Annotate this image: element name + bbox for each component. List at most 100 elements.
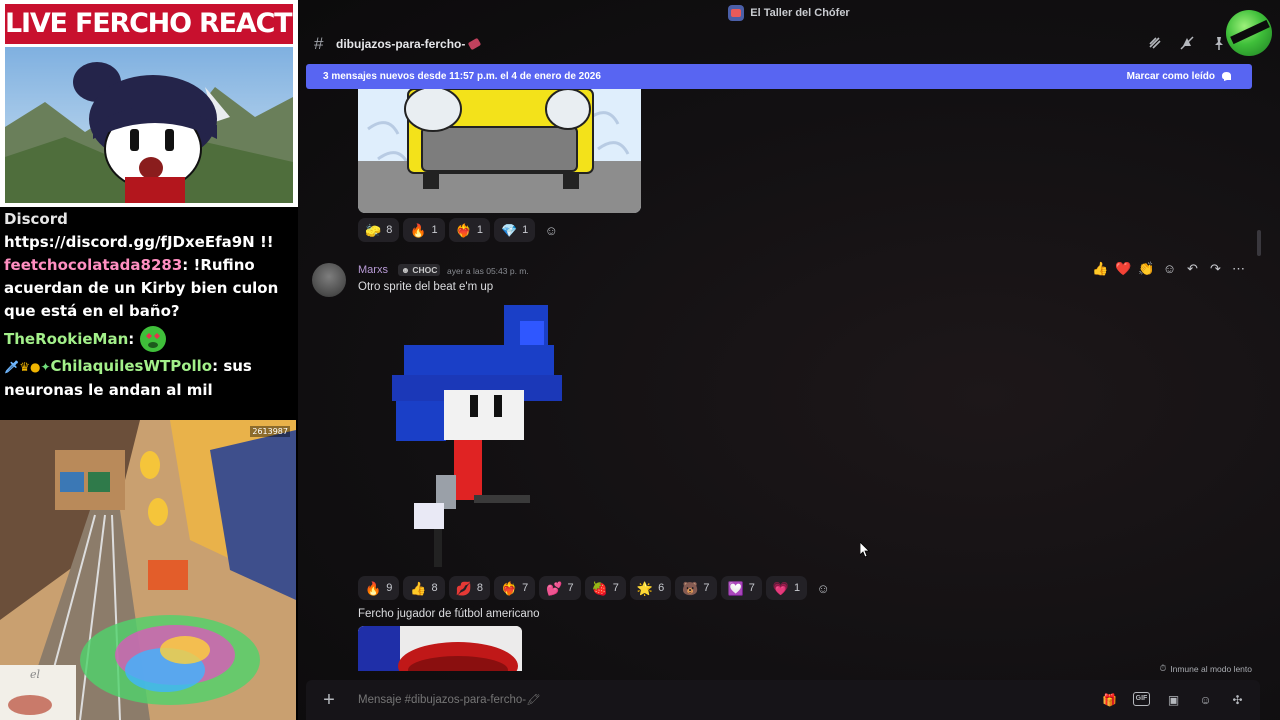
reaction-chip[interactable]: 👍 8 bbox=[403, 576, 445, 600]
reaction-chip[interactable]: ❤️‍🔥 1 bbox=[448, 218, 490, 242]
new-messages-text: 3 mensajes nuevos desde 11:57 p.m. el 4 … bbox=[323, 71, 601, 82]
reaction-emoji: 💎 bbox=[500, 222, 518, 238]
reaction-chip[interactable]: ❤️‍🔥 7 bbox=[493, 576, 536, 600]
reaction-emoji: 💋 bbox=[455, 580, 472, 596]
message-list: 🧽 8 🔥 1 ❤️‍🔥 1 💎 1 ☺ Marxs ☻ CHOC ayer a las… bbox=[298, 89, 1260, 679]
reaction-chip[interactable]: 💟 7 bbox=[720, 576, 762, 600]
reaction-chip[interactable]: 💎 1 bbox=[493, 218, 536, 242]
chat-line: 🗡♛●✦ChilaquilesWTPollo: sus neuronas le … bbox=[4, 355, 294, 402]
upload-plus-icon[interactable]: + bbox=[314, 689, 344, 712]
chat-badges-icon: 🗡 bbox=[4, 360, 20, 374]
quick-react-thumbs-up[interactable]: 👍 bbox=[1091, 259, 1110, 278]
chat-heading: Discord bbox=[4, 210, 68, 228]
add-reaction-icon[interactable]: ☺ bbox=[539, 218, 563, 242]
reaction-count: 9 bbox=[386, 582, 393, 594]
reaction-count: 1 bbox=[522, 224, 529, 236]
quick-react-heart[interactable]: ❤️ bbox=[1114, 259, 1133, 278]
slowmode-status: ⏱ Inmune al modo lento bbox=[1160, 663, 1252, 674]
channel-header: # dibujazos-para-fercho- bbox=[298, 10, 1280, 60]
reaction-emoji: 💕 bbox=[546, 580, 563, 596]
threads-icon[interactable] bbox=[1146, 34, 1164, 52]
chat-message: https://discord.gg/fJDxeEfa9N !! bbox=[4, 233, 274, 251]
crown-badge-icon: ♛ bbox=[19, 360, 30, 374]
banner-title: LIVE FERCHO REACTION bbox=[5, 4, 293, 44]
reaction-count: 1 bbox=[431, 224, 438, 236]
reaction-count: 8 bbox=[431, 582, 438, 594]
new-messages-bar[interactable]: 3 mensajes nuevos desde 11:57 p.m. el 4 … bbox=[306, 64, 1252, 89]
sticker-icon[interactable]: ▣ bbox=[1165, 692, 1182, 709]
reaction-count: 7 bbox=[612, 582, 619, 594]
discord-window: El Taller del Chófer # dibujazos-para-fe… bbox=[298, 0, 1280, 720]
reaction-chip[interactable]: 🌟 6 bbox=[629, 576, 672, 600]
stream-overlay: LIVE FERCHO REACTION Discord bbox=[0, 0, 298, 720]
message-text: Fercho jugador de fútbol americano bbox=[358, 608, 540, 620]
gift-icon[interactable]: 🎁 bbox=[1101, 692, 1118, 709]
reaction-chip[interactable]: 🔥 9 bbox=[358, 576, 400, 600]
subway-surfers-gameplay-image bbox=[0, 420, 296, 720]
reaction-emoji: 🔥 bbox=[365, 580, 382, 596]
forward-icon[interactable]: ↷ bbox=[1206, 259, 1225, 278]
emoji-icon[interactable]: ☺ bbox=[1197, 692, 1214, 709]
reaction-emoji: ❤️‍🔥 bbox=[500, 580, 518, 596]
reaction-emoji: 👍 bbox=[410, 580, 427, 596]
gif-icon[interactable]: GIF bbox=[1133, 691, 1150, 706]
reaction-emoji: 💟 bbox=[727, 580, 744, 596]
header-toolbar bbox=[1146, 34, 1228, 52]
reaction-chip[interactable]: 💕 7 bbox=[539, 576, 581, 600]
add-reaction-icon[interactable]: ☺ bbox=[1160, 259, 1179, 278]
message-hover-toolbar: 👍 ❤️ 👏 ☺ ↶ ↷ ⋯ bbox=[1091, 259, 1248, 278]
yellow-car-drawing-image bbox=[358, 89, 641, 213]
server-name: El Taller del Chófer bbox=[750, 7, 850, 19]
mouse-cursor-icon bbox=[860, 542, 870, 558]
signature-text: el bbox=[30, 668, 41, 681]
chat-username: ChilaquilesWTPollo bbox=[50, 357, 213, 375]
add-reaction-icon[interactable]: ☺ bbox=[811, 576, 835, 600]
pixel-sprite-image[interactable] bbox=[388, 295, 588, 575]
channel-logo-icon bbox=[1226, 10, 1272, 56]
message-image-attachment[interactable] bbox=[358, 89, 641, 213]
reaction-emoji: 💗 bbox=[772, 580, 789, 596]
chat-username: TheRookieMan bbox=[4, 329, 129, 348]
stream-chat: Discord https://discord.gg/fJDxeEfa9N !!… bbox=[4, 208, 294, 402]
message-author[interactable]: Marxs bbox=[358, 264, 388, 276]
reaction-count: 1 bbox=[476, 224, 483, 236]
football-drawing-image bbox=[358, 626, 522, 671]
message-timestamp: ayer a las 05:43 p. m. bbox=[447, 266, 529, 276]
reply-icon[interactable]: ↶ bbox=[1183, 259, 1202, 278]
mark-as-read-label: Marcar como leído bbox=[1126, 71, 1215, 82]
reaction-bar: 🔥 9 👍 8 💋 8 ❤️‍🔥 7 💕 7 🍓 7 🌟 6 🐻 7 💟 7 💗 1 ☺ bbox=[358, 576, 835, 600]
stream-banner: LIVE FERCHO REACTION bbox=[0, 0, 298, 207]
reaction-emoji: 🍓 bbox=[591, 580, 608, 596]
message-input[interactable] bbox=[358, 694, 1101, 706]
more-options-icon[interactable]: ⋯ bbox=[1229, 259, 1248, 278]
quick-react-clap[interactable]: 👏 bbox=[1137, 259, 1156, 278]
reaction-count: 7 bbox=[522, 582, 529, 594]
reaction-chip[interactable]: 🧽 8 bbox=[358, 218, 400, 242]
crayon-icon bbox=[468, 37, 482, 51]
reaction-chip[interactable]: 💋 8 bbox=[448, 576, 490, 600]
apps-icon[interactable]: ✣ bbox=[1229, 692, 1246, 709]
reaction-chip[interactable]: 🍓 7 bbox=[584, 576, 626, 600]
reaction-chip[interactable]: 🔥 1 bbox=[403, 218, 445, 242]
gameplay-video: 2613987 el bbox=[0, 420, 296, 720]
reaction-count: 1 bbox=[794, 582, 801, 594]
avatar[interactable] bbox=[312, 263, 346, 297]
notification-mute-icon[interactable] bbox=[1178, 34, 1196, 52]
mark-as-read-button[interactable]: Marcar como leído bbox=[1127, 71, 1232, 82]
sparkle-badge-icon: ✦ bbox=[40, 360, 51, 374]
reaction-count: 7 bbox=[703, 582, 710, 594]
chat-line: TheRookieMan: bbox=[4, 323, 294, 355]
reaction-emoji: 🔥 bbox=[410, 222, 427, 238]
scrollbar-thumb[interactable] bbox=[1257, 230, 1261, 256]
chat-line: feetchocolatada8283: !Rufino acuerdan de… bbox=[4, 254, 294, 323]
server-icon bbox=[728, 5, 745, 21]
reaction-emoji: 🧽 bbox=[365, 222, 382, 238]
pin-icon[interactable] bbox=[1210, 34, 1228, 52]
message-image-attachment[interactable] bbox=[358, 626, 522, 671]
reaction-chip[interactable]: 🐻 7 bbox=[675, 576, 717, 600]
cartoon-avatar-image bbox=[5, 47, 293, 203]
reaction-chip[interactable]: 💗 1 bbox=[765, 576, 808, 600]
slowmode-text: Inmune al modo lento bbox=[1170, 663, 1252, 674]
reaction-count: 8 bbox=[386, 224, 393, 236]
mark-read-icon bbox=[1222, 72, 1231, 81]
